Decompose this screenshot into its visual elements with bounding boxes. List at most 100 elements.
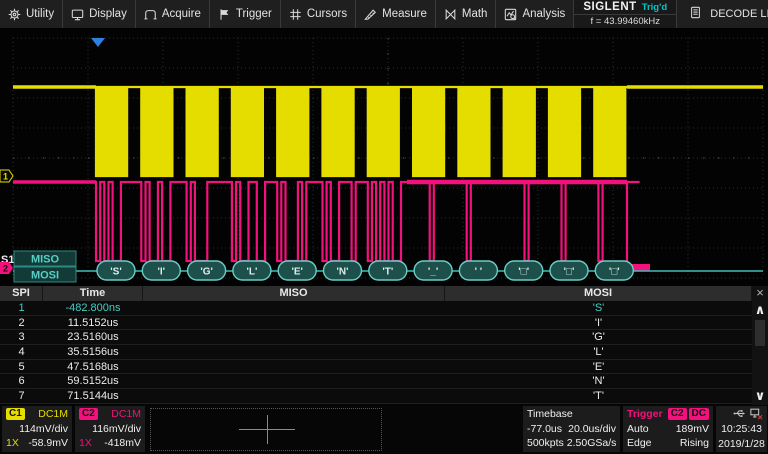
cursors-icon	[289, 8, 302, 21]
decode-table-header: SPITimeMISOMOSI	[0, 286, 752, 301]
lan-icon	[750, 407, 763, 420]
decode-bubble: 'I'	[142, 261, 180, 280]
table-cell: 7	[0, 389, 43, 403]
usb-icon	[733, 407, 746, 423]
brand-block: SIGLENT Trig'd f = 43.99460kHz	[574, 0, 677, 28]
trigger-level: 189mV	[676, 422, 709, 437]
svg-text:' ': ' '	[475, 267, 483, 278]
table-cell	[143, 316, 445, 330]
decode-bubble: 'N'	[324, 261, 362, 280]
gear-icon	[8, 8, 21, 21]
table-cell: 'I'	[445, 316, 752, 330]
menu-item-label: Utility	[26, 8, 54, 20]
trigger-coupling-badge: DC	[689, 408, 709, 420]
timebase-delay: -77.0us	[527, 422, 562, 437]
trigger-title: Trigger	[627, 407, 663, 422]
table-cell: 71.5144us	[43, 389, 143, 403]
scroll-down-icon[interactable]: ∨	[755, 387, 766, 405]
miso-track-label[interactable]: MISO	[14, 251, 76, 266]
svg-text:1: 1	[3, 172, 8, 182]
clock-date: 2019/1/28	[718, 437, 765, 452]
svg-text:'□': '□'	[609, 267, 620, 278]
menu-item-analysis[interactable]: Analysis	[496, 0, 574, 28]
svg-text:'S': 'S'	[110, 267, 121, 278]
table-cell: 23.5160us	[43, 330, 143, 344]
menu-item-acquire[interactable]: Acquire	[136, 0, 210, 28]
menu-item-label: Trigger	[236, 8, 272, 20]
table-row[interactable]: 659.5152us'N'	[0, 374, 752, 389]
timebase-panel[interactable]: Timebase -77.0us 20.0us/div 500kpts 2.50…	[523, 406, 620, 452]
table-cell: 4	[0, 345, 43, 359]
table-cell	[143, 374, 445, 388]
svg-text:'_': '_'	[428, 267, 438, 278]
menu-item-utility[interactable]: Utility	[0, 0, 63, 28]
scroll-up-icon[interactable]: ∧	[755, 301, 766, 319]
table-row[interactable]: 211.5152us'I'	[0, 316, 752, 331]
decode-bubble: 'E'	[278, 261, 316, 280]
table-cell: 'T'	[445, 389, 752, 403]
table-cell	[143, 345, 445, 359]
scrollbar-track[interactable]	[754, 319, 766, 387]
menu-item-math[interactable]: Math	[436, 0, 497, 28]
table-row[interactable]: 771.5144us 'T'	[0, 389, 752, 404]
empty-channel-slot[interactable]	[150, 408, 382, 451]
decode-bubble: 'S'	[97, 261, 135, 280]
c1-offset: -58.9mV	[28, 436, 68, 451]
column-header-spi: SPI	[0, 286, 43, 301]
trigger-type: Edge	[627, 436, 652, 451]
table-cell: 5	[0, 360, 43, 374]
display-icon	[71, 8, 84, 21]
document-icon	[689, 6, 702, 19]
c1-probe: 1X	[6, 436, 19, 451]
c1-coupling: DC1M	[38, 407, 68, 422]
decode-table-body: 1-482.800ns 'S'211.5152us'I'323.5160us'G'…	[0, 301, 752, 404]
channel2-panel[interactable]: C2 DC1M 116mV/div 1X -418mV	[75, 406, 145, 452]
table-cell: -482.800ns	[43, 301, 143, 315]
menu-item-display[interactable]: Display	[63, 0, 136, 28]
menu-item-decode-list[interactable]: DECODE LIST	[677, 0, 768, 28]
trigger-panel[interactable]: Trigger C2 DC Auto 189mV Edge Rising	[623, 406, 713, 452]
acquire-icon	[144, 8, 157, 21]
status-bar: C1 DC1M 114mV/div 1X -58.9mV C2 DC1M 116…	[0, 405, 768, 454]
table-cell: 'S'	[445, 301, 752, 315]
menu-item-label: Display	[89, 8, 127, 20]
clock-panel: 10:25:43 2019/1/28	[716, 406, 767, 452]
svg-text:'G': 'G'	[200, 267, 213, 278]
menu-item-label: Cursors	[307, 8, 347, 20]
table-cell: 1	[0, 301, 43, 315]
column-header-time: Time	[43, 286, 143, 301]
channel1-panel[interactable]: C1 DC1M 114mV/div 1X -58.9mV	[2, 406, 72, 452]
mosi-track-label[interactable]: MOSI	[14, 267, 76, 282]
close-icon[interactable]: ×	[756, 286, 764, 301]
table-row[interactable]: 547.5168us'E'	[0, 360, 752, 375]
decode-bubble: '_'	[414, 261, 452, 280]
menu-item-label: Analysis	[522, 8, 565, 20]
siglent-logo: SIGLENT	[583, 1, 636, 13]
menu-item-measure[interactable]: Measure	[356, 0, 436, 28]
table-scrollbar: × ∧ ∨	[752, 286, 768, 405]
decode-bubble: 'T'	[369, 261, 407, 280]
timebase-points: 500kpts	[527, 436, 564, 451]
table-row[interactable]: 323.5160us'G'	[0, 330, 752, 345]
menu-item-trigger[interactable]: Trigger	[210, 0, 281, 28]
c2-coupling: DC1M	[111, 407, 141, 422]
svg-text:MISO: MISO	[31, 254, 60, 266]
svg-text:MOSI: MOSI	[31, 270, 59, 282]
table-cell: 3	[0, 330, 43, 344]
waveform-display[interactable]: 'S' 'I' 'G' 'L' 'E' 'N' 'T' '_' ' ' '□' …	[0, 29, 768, 286]
clock-time: 10:25:43	[721, 422, 762, 437]
column-header-mosi: MOSI	[445, 286, 752, 301]
timebase-title: Timebase	[527, 407, 573, 422]
timebase-scale: 20.0us/div	[568, 422, 616, 437]
table-row[interactable]: 435.5156us'L'	[0, 345, 752, 360]
scrollbar-thumb[interactable]	[755, 320, 765, 346]
math-icon	[444, 8, 457, 21]
table-row[interactable]: 1-482.800ns 'S'	[0, 301, 752, 316]
svg-text:'□': '□'	[518, 267, 529, 278]
table-cell: 2	[0, 316, 43, 330]
lan-disconnected-icon[interactable]	[750, 407, 763, 423]
menu-items: Utility Display Acquire Trigger Cursors Measu…	[0, 0, 574, 28]
measure-icon	[364, 8, 377, 21]
menu-item-cursors[interactable]: Cursors	[281, 0, 356, 28]
svg-text:'I': 'I'	[158, 267, 166, 278]
